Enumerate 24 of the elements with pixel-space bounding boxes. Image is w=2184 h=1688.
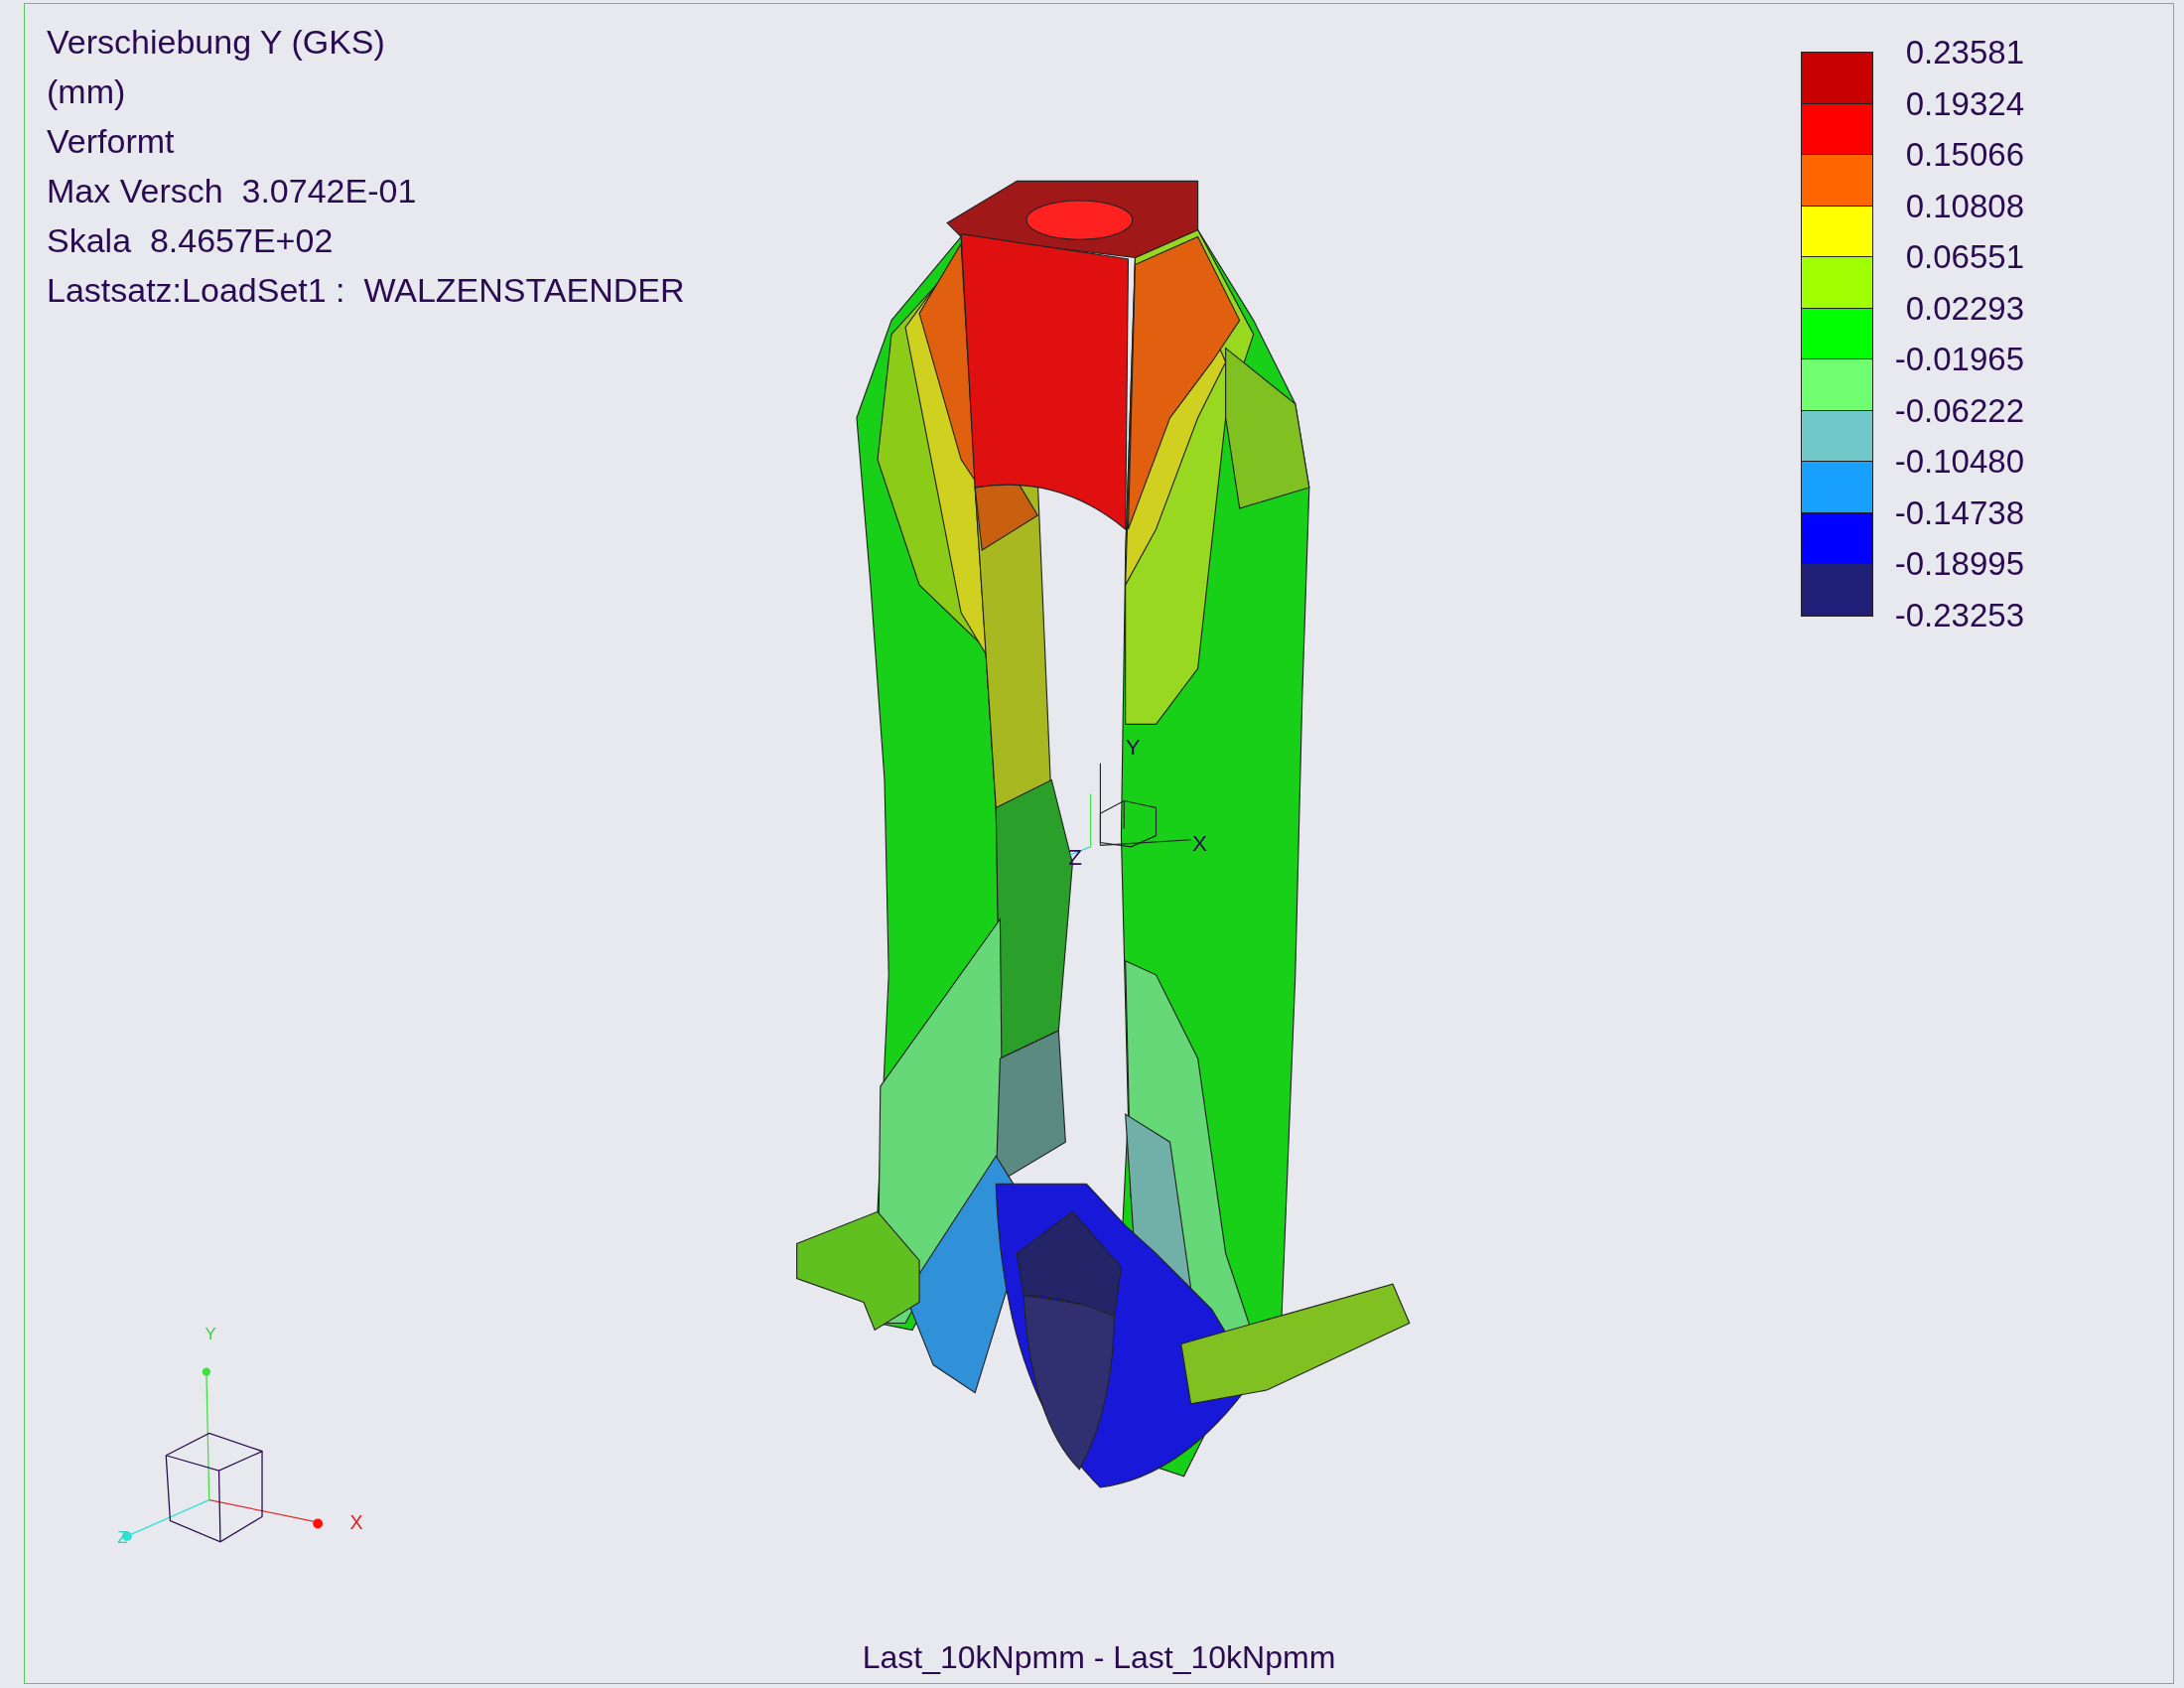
- axis-label: Z: [117, 1528, 128, 1548]
- legend-value: -0.14738: [1894, 492, 2024, 533]
- result-info-text: (mm): [47, 71, 127, 112]
- legend-value: 0.06551: [1905, 237, 2024, 277]
- legend-value: -0.23253: [1894, 595, 2024, 635]
- legend-value: -0.06222: [1894, 390, 2024, 431]
- axis-label: Y: [205, 1325, 216, 1344]
- legend-value: 0.15066: [1905, 135, 2024, 175]
- axis-label: X: [1192, 831, 1207, 856]
- legend-value: -0.18995: [1894, 544, 2024, 584]
- result-info-text: Lastsatz:LoadSet1 : WALZENSTAENDER: [47, 270, 685, 311]
- result-info-text: Verschiebung Y (GKS): [47, 22, 386, 63]
- load-case-caption: Last_10kNpmm - Last_10kNpmm: [862, 1638, 1336, 1677]
- legend-value: -0.10480: [1894, 442, 2024, 482]
- legend-value: 0.02293: [1905, 288, 2024, 329]
- axis-label: Y: [1125, 735, 1141, 761]
- legend-value: 0.10808: [1905, 186, 2024, 226]
- legend-value: 0.23581: [1905, 33, 2024, 72]
- axis-label: X: [349, 1511, 363, 1534]
- legend-value: -0.01965: [1894, 340, 2024, 379]
- result-info-text: Skala 8.4657E+02: [47, 220, 335, 261]
- legend-value: 0.19324: [1905, 83, 2024, 124]
- result-info-text: Verformt: [47, 121, 176, 162]
- result-info-text: Max Versch 3.0742E-01: [47, 171, 418, 211]
